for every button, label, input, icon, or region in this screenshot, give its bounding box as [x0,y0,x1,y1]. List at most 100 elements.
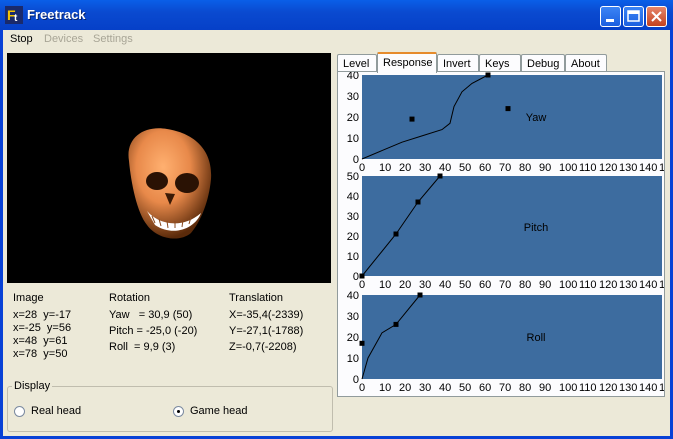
pitch-x-tick-label: 60 [479,279,491,291]
pitch-x-tick-label: 130 [619,279,637,291]
real-head-label[interactable]: Real head [31,405,81,417]
yaw-x-tick-label: 110 [579,162,597,174]
roll-control-point [393,321,399,327]
yaw-x-tick-label: 80 [519,162,531,174]
image-points: Image x=28 y=-17 x=-25 y=56 x=48 y=61 x=… [13,292,71,361]
yaw-control-point [409,116,415,122]
pitch-control-point [437,173,443,179]
roll-x-tick-label: 15 [659,382,664,394]
rotation-header: Rotation [109,292,150,304]
pitch-control-point [415,199,421,205]
pitch-x-tick-label: 80 [519,279,531,291]
tab-debug[interactable]: Debug [521,54,565,72]
roll-y-tick-label: 30 [347,311,359,323]
freetrack-logo-icon: F t [5,6,23,24]
roll-x-tick-label: 130 [619,382,637,394]
title-bar[interactable]: F t Freetrack [0,0,673,30]
roll-y-tick-label: 20 [347,332,359,344]
roll-x-tick-label: 30 [419,382,431,394]
point-line: x=78 y=50 [13,348,68,360]
roll-y-tick-label: 10 [347,353,359,365]
tab-about[interactable]: About [565,54,607,72]
roll-x-tick-label: 40 [439,382,451,394]
pitch-x-tick-label: 20 [399,279,411,291]
roll-x-tick-label: 100 [559,382,577,394]
point-line: x=-25 y=56 [13,322,72,334]
translation-readout: Translation X=-35,4(-2339) Y=-27,1(-1788… [229,292,303,354]
image-header: Image [13,292,44,304]
real-head-radio[interactable] [14,406,25,417]
rotation-readout: Rotation Yaw = 30,9 (50) Pitch = -25,0 (… [109,292,197,354]
skull-head-icon [128,128,212,239]
head-3d-view [7,53,331,283]
translation-z: Z=-0,7(-2208) [229,341,297,353]
pitch-x-tick-label: 110 [579,279,597,291]
maximize-button[interactable] [623,6,644,27]
roll-control-point [417,292,423,298]
pitch-y-tick-label: 30 [347,211,359,223]
pitch-x-tick-label: 10 [379,279,391,291]
tab-keys[interactable]: Keys [479,54,521,72]
roll-chart-title: Roll [527,332,546,344]
roll-x-tick-label: 120 [599,382,617,394]
rotation-yaw: Yaw = 30,9 (50) [109,309,193,321]
pitch-x-tick-label: 100 [559,279,577,291]
minimize-button[interactable] [600,6,621,27]
yaw-x-tick-label: 50 [459,162,471,174]
point-line: x=48 y=61 [13,335,68,347]
roll-x-tick-label: 140 [639,382,657,394]
pitch-x-tick-label: 0 [359,279,365,291]
yaw-x-tick-label: 100 [559,162,577,174]
roll-x-tick-label: 70 [499,382,511,394]
response-curves-chart: 0102030400 10 20 30 40 50 60 70 80 90 100 110 120 130… [347,70,672,394]
pitch-plot-area [362,176,662,276]
menu-settings[interactable]: Settings [93,33,133,45]
game-head-label[interactable]: Game head [190,405,247,417]
roll-x-tick-label: 110 [579,382,597,394]
tab-invert[interactable]: Invert [437,54,479,72]
window-title: Freetrack [27,7,86,22]
pitch-x-tick-label: 15 [659,279,664,291]
menu-stop[interactable]: Stop [10,33,33,45]
tab-level[interactable]: Level [337,54,377,72]
yaw-x-tick-label: 130 [619,162,637,174]
pitch-x-tick-label: 140 [639,279,657,291]
tab-strip: Level Response Invert Keys Debug About [337,52,665,73]
yaw-x-tick-label: 15 [659,162,664,174]
rotation-pitch: Pitch = -25,0 (-20) [109,325,198,337]
close-button[interactable] [646,6,667,27]
minimize-icon [606,19,614,22]
pitch-y-tick-label: 50 [347,171,359,183]
menu-bar: Stop Devices Settings [3,30,670,50]
yaw-x-tick-label: 140 [639,162,657,174]
roll-x-tick-label: 0 [359,382,365,394]
roll-control-point [359,340,365,346]
yaw-x-tick-label: 30 [419,162,431,174]
pitch-y-tick-label: 10 [347,251,359,263]
tab-response[interactable]: Response [377,52,437,73]
pitch-y-tick-label: 20 [347,231,359,243]
roll-x-tick-label: 50 [459,382,471,394]
yaw-x-tick-label: 120 [599,162,617,174]
pitch-x-tick-label: 30 [419,279,431,291]
close-icon [651,11,662,22]
menu-devices[interactable]: Devices [44,33,83,45]
game-head-radio[interactable] [173,406,184,417]
maximize-icon [627,10,640,22]
yaw-x-tick-label: 20 [399,162,411,174]
yaw-y-tick-label: 20 [347,112,359,124]
pitch-control-point [359,273,365,279]
pitch-y-tick-label: 40 [347,191,359,203]
yaw-control-point [485,72,491,78]
pitch-chart-title: Pitch [524,222,548,234]
roll-x-tick-label: 80 [519,382,531,394]
display-group-label: Display [12,380,53,392]
pitch-x-tick-label: 70 [499,279,511,291]
yaw-plot-area [362,75,662,159]
yaw-x-tick-label: 40 [439,162,451,174]
yaw-x-tick-label: 90 [539,162,551,174]
rotation-roll: Roll = 9,9 (3) [109,341,176,353]
roll-x-tick-label: 90 [539,382,551,394]
yaw-chart-title: Yaw [526,112,547,124]
roll-x-tick-label: 20 [399,382,411,394]
